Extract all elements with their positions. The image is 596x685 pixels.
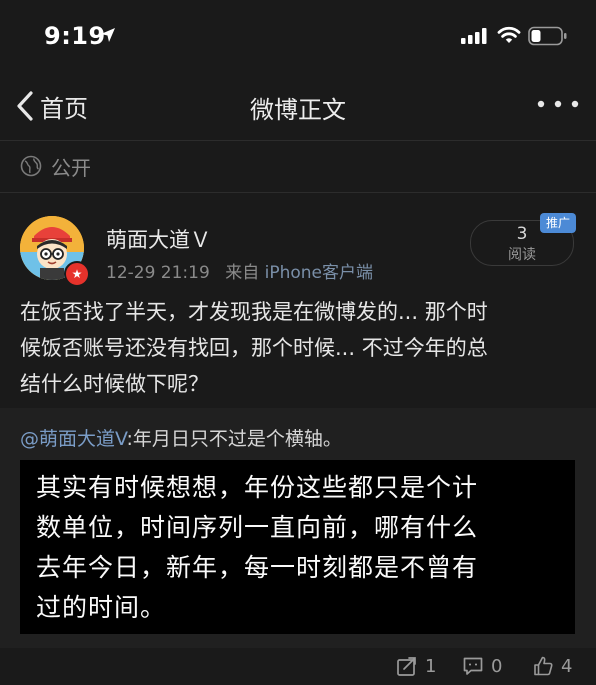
promo-tag[interactable]: 推广 <box>540 213 576 233</box>
nav-bar: 首页 微博正文 <box>0 72 596 140</box>
wifi-icon <box>497 26 521 43</box>
repost-image[interactable]: 其实有时候想想，年份这些都只是个计 数单位，时间序列一直向前，哪有什么 去年今日… <box>20 460 575 634</box>
signal-icon <box>461 28 487 44</box>
like-count: 4 <box>561 655 573 677</box>
source-prefix: 来自 <box>225 263 260 283</box>
status-time: 9:19 <box>44 22 106 50</box>
image-text-line: 其实有时候想想，年份这些都只是个计 <box>36 473 479 502</box>
share-icon <box>397 657 416 676</box>
image-text-line: 数单位，时间序列一直向前，哪有什么 <box>36 513 479 542</box>
visibility-divider <box>0 192 596 193</box>
visibility-indicator: 公开 <box>20 152 91 180</box>
like-icon <box>534 656 553 676</box>
status-bar: 9:19 <box>0 0 596 72</box>
post-line: 候饭否账号还没有找回，那个时候... 不过今年的总 <box>20 336 488 360</box>
action-bar: 1 0 4 <box>0 648 596 685</box>
post-line: 在饭否找了半天，才发现我是在微博发的... 那个时 <box>20 300 488 324</box>
battery-icon <box>528 26 567 46</box>
share-button[interactable]: 1 <box>396 654 436 678</box>
post-body: 在饭否找了半天，才发现我是在微博发的... 那个时 候饭否账号还没有找回，那个时… <box>20 294 580 402</box>
location-icon <box>101 28 115 42</box>
repost-mention[interactable]: @萌面大道V <box>20 428 126 450</box>
post-meta: 12-29 21:19 来自 iPhone客户端 <box>106 258 373 283</box>
more-icon[interactable] <box>536 98 580 110</box>
like-button[interactable]: 4 <box>532 654 572 678</box>
weibo-post-page: 9:19 首页 微博正文 公开 ★ 萌面大道Ｖ 12-29 21:19 来自 i… <box>0 0 596 685</box>
post-line: 结什么时候做下呢？ <box>20 372 209 396</box>
comment-button[interactable]: 0 <box>462 654 502 678</box>
read-label: 阅读 <box>508 247 536 263</box>
nav-divider <box>0 140 596 141</box>
post-timestamp: 12-29 21:19 <box>106 263 210 283</box>
page-title: 微博正文 <box>250 96 346 124</box>
comment-icon <box>463 657 483 675</box>
comment-count: 0 <box>491 655 503 677</box>
repost-text: @萌面大道V:年月日只不过是个横轴。 <box>20 424 342 451</box>
repost-content: :年月日只不过是个横轴。 <box>126 428 342 450</box>
post-source[interactable]: iPhone客户端 <box>265 263 373 283</box>
visibility-label: 公开 <box>51 155 91 180</box>
image-text-line: 去年今日，新年，每一时刻都是不曾有 <box>36 553 479 582</box>
repost-area[interactable]: @萌面大道V:年月日只不过是个横轴。 其实有时候想想，年份这些都只是个计 数单位… <box>0 408 596 648</box>
image-text-line: 过的时间。 <box>36 593 167 622</box>
share-count: 1 <box>425 655 437 677</box>
author-name[interactable]: 萌面大道Ｖ <box>106 224 211 254</box>
verified-badge-icon: ★ <box>64 261 90 287</box>
globe-icon <box>20 155 42 177</box>
repost-image-text: 其实有时候想想，年份这些都只是个计 数单位，时间序列一直向前，哪有什么 去年今日… <box>36 468 556 628</box>
